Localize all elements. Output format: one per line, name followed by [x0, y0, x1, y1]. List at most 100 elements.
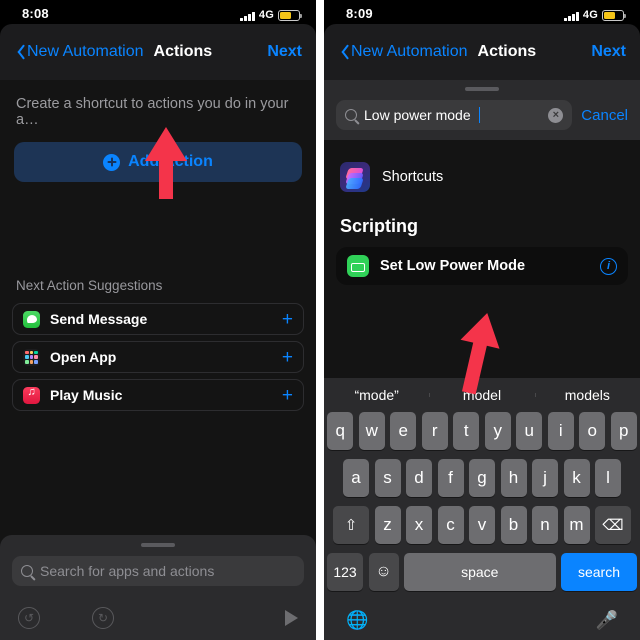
globe-icon[interactable]: 🌐: [346, 610, 368, 631]
description-text: Create a shortcut to actions you do in y…: [16, 96, 289, 128]
key-i[interactable]: i: [547, 412, 574, 450]
list-item[interactable]: Send Message +: [12, 303, 304, 335]
battery-low-power-icon: [602, 10, 626, 21]
red-arrow-up: [140, 127, 192, 199]
key-a[interactable]: a: [343, 459, 369, 497]
next-button-right[interactable]: Next: [591, 43, 626, 61]
app-result-label: Shortcuts: [382, 169, 444, 185]
screenshot-stage: 8:08 4G New Automation Actions Next Crea…: [0, 0, 640, 640]
key-q[interactable]: q: [327, 412, 354, 450]
key-g[interactable]: g: [469, 459, 495, 497]
chevron-left-icon: [338, 43, 348, 61]
key-u[interactable]: u: [516, 412, 543, 450]
nav-container-right: New Automation Actions Next: [324, 24, 640, 80]
redo-icon[interactable]: ↻: [92, 607, 114, 629]
bottom-bar-left: Search for apps and actions ↺ ↻: [0, 535, 316, 640]
key-t[interactable]: t: [453, 412, 480, 450]
text-caret: [478, 107, 481, 123]
key-y[interactable]: y: [484, 412, 511, 450]
key-z[interactable]: z: [374, 506, 401, 544]
key-d[interactable]: d: [406, 459, 432, 497]
key-p[interactable]: p: [610, 412, 637, 450]
prediction-3[interactable]: models: [534, 387, 640, 403]
page-title: Actions: [153, 43, 213, 60]
microphone-icon[interactable]: 🎤: [596, 610, 618, 631]
key-n[interactable]: n: [532, 506, 558, 544]
list-item[interactable]: Play Music +: [12, 379, 304, 411]
status-indicators: 4G: [564, 9, 626, 21]
key-c[interactable]: c: [437, 506, 464, 544]
keyboard-row-3: ⇧ z x c v b n m ⌫: [324, 506, 640, 544]
status-indicators: 4G: [240, 9, 302, 21]
key-m[interactable]: m: [563, 506, 590, 544]
search-icon: [21, 565, 33, 577]
suggestions-list: Send Message + Open App + Play Music +: [12, 303, 304, 411]
keyboard-bottom-bar: 🌐 🎤: [324, 600, 640, 640]
key-l[interactable]: l: [595, 459, 621, 497]
shift-icon[interactable]: ⇧: [333, 506, 369, 544]
section-header-scripting: Scripting: [340, 216, 419, 236]
search-input[interactable]: Search for apps and actions: [12, 556, 304, 586]
status-bar-left: 8:08 4G: [0, 0, 316, 22]
back-button-label: New Automation: [351, 43, 468, 60]
search-return-key[interactable]: search: [561, 553, 637, 591]
page-title: Actions: [477, 43, 537, 60]
prediction-1[interactable]: “mode”: [324, 387, 429, 403]
on-screen-keyboard: “mode” m o de l models q w e r t y u i o p: [324, 378, 640, 640]
chevron-left-icon: [14, 43, 24, 61]
result-label: Set Low Power Mode: [380, 258, 526, 274]
cancel-button[interactable]: Cancel: [581, 107, 628, 124]
key-w[interactable]: w: [358, 412, 385, 450]
plus-icon[interactable]: +: [282, 386, 293, 405]
key-k[interactable]: k: [563, 459, 590, 497]
navigation-bar-left: New Automation Actions Next: [0, 24, 316, 80]
undo-icon[interactable]: ↺: [18, 607, 40, 629]
status-time: 8:09: [346, 6, 373, 21]
key-e[interactable]: e: [390, 412, 417, 450]
sheet-grabber[interactable]: [465, 87, 499, 91]
back-button-right[interactable]: New Automation: [338, 43, 468, 61]
backspace-icon[interactable]: ⌫: [595, 506, 631, 544]
key-j[interactable]: j: [532, 459, 558, 497]
plus-icon[interactable]: +: [282, 348, 293, 367]
network-label: 4G: [582, 9, 598, 21]
key-f[interactable]: f: [437, 459, 464, 497]
key-x[interactable]: x: [406, 506, 432, 544]
key-v[interactable]: v: [469, 506, 495, 544]
signal-bars-icon: [564, 11, 579, 21]
emoji-icon[interactable]: ☺: [368, 553, 399, 591]
space-key[interactable]: space: [404, 553, 556, 591]
play-icon[interactable]: [285, 610, 298, 626]
plus-icon[interactable]: +: [282, 310, 293, 329]
sheet-grabber[interactable]: [141, 543, 175, 547]
messages-app-icon: [23, 310, 40, 328]
list-item[interactable]: Shortcuts: [324, 154, 640, 200]
back-button-label: New Automation: [27, 43, 144, 60]
network-label: 4G: [258, 9, 274, 21]
status-time: 8:08: [22, 6, 49, 21]
suggestions-header: Next Action Suggestions: [16, 278, 163, 293]
search-input[interactable]: Low power mode ×: [336, 100, 573, 130]
music-app-icon: [23, 386, 40, 404]
key-r[interactable]: r: [421, 412, 448, 450]
key-b[interactable]: b: [500, 506, 527, 544]
search-sheet-left: Search for apps and actions: [0, 535, 316, 596]
result-set-low-power-mode[interactable]: Set Low Power Mode i: [336, 247, 628, 285]
next-button-left[interactable]: Next: [267, 43, 302, 61]
list-item[interactable]: Open App +: [12, 341, 304, 373]
back-button-left[interactable]: New Automation: [14, 43, 144, 61]
key-s[interactable]: s: [374, 459, 401, 497]
battery-low-power-icon: [278, 10, 302, 21]
navigation-bar-right: New Automation Actions Next: [324, 24, 640, 80]
key-h[interactable]: h: [500, 459, 527, 497]
editor-toolbar: ↺ ↻: [0, 596, 316, 640]
info-circle-icon[interactable]: i: [600, 257, 617, 275]
key-o[interactable]: o: [579, 412, 606, 450]
main-content-right: Low power mode × Cancel Shortcuts Script…: [324, 80, 640, 640]
numbers-key[interactable]: 123: [327, 553, 363, 591]
search-sheet-right: Low power mode × Cancel: [324, 80, 640, 140]
keyboard-row-2: a s d f g h j k l: [324, 459, 640, 497]
clear-circle-icon[interactable]: ×: [548, 107, 564, 123]
nav-container-left: New Automation Actions Next: [0, 24, 316, 80]
search-value: Low power mode: [364, 107, 471, 123]
